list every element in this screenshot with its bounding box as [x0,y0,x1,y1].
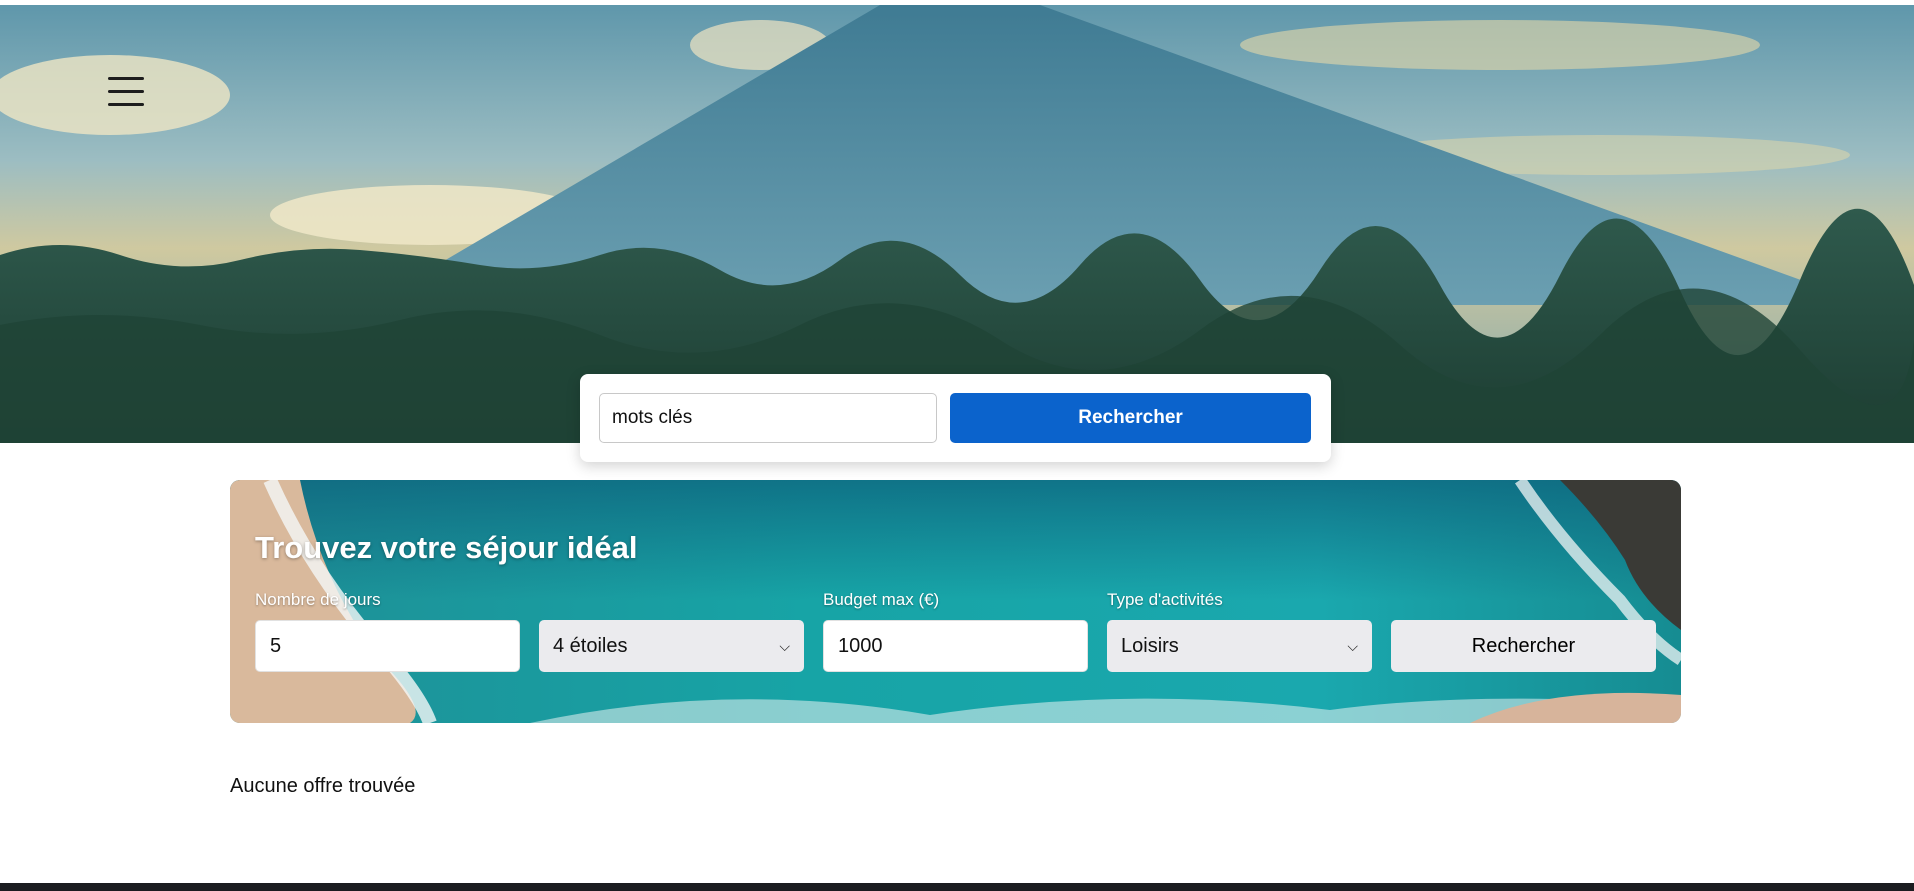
days-value: 5 [270,634,282,657]
hamburger-icon-bar [108,103,144,106]
finder-search-button[interactable]: Rechercher [1391,620,1656,672]
budget-value: 1000 [838,634,883,657]
keyword-search-button[interactable]: Rechercher [950,393,1311,443]
stars-selected-value: 4 étoiles [553,634,628,657]
days-input[interactable]: 5 [255,620,520,672]
chevron-down-icon: ⌵ [779,637,790,654]
activity-label: Type d'activités [1107,590,1223,609]
footer-bar [0,883,1914,891]
beach-background-image [230,480,1681,723]
stay-finder-panel: Trouvez votre séjour idéal Nombre de jou… [230,480,1681,723]
days-label: Nombre de jours [255,590,381,609]
hamburger-icon [108,77,144,80]
budget-input[interactable]: 1000 [823,620,1088,672]
activity-selected-value: Loisirs [1121,634,1179,657]
keyword-search-card: Rechercher [580,374,1331,462]
chevron-down-icon: ⌵ [1347,637,1358,654]
hamburger-menu-button[interactable] [106,73,146,111]
stars-select[interactable]: 4 étoiles ⌵ [539,620,804,672]
finder-title: Trouvez votre séjour idéal [255,530,638,565]
hamburger-icon-bar [108,90,144,93]
activity-select[interactable]: Loisirs ⌵ [1107,620,1372,672]
budget-label: Budget max (€) [823,590,940,609]
no-results-message: Aucune offre trouvée [230,775,416,797]
keyword-search-input[interactable] [599,393,937,443]
